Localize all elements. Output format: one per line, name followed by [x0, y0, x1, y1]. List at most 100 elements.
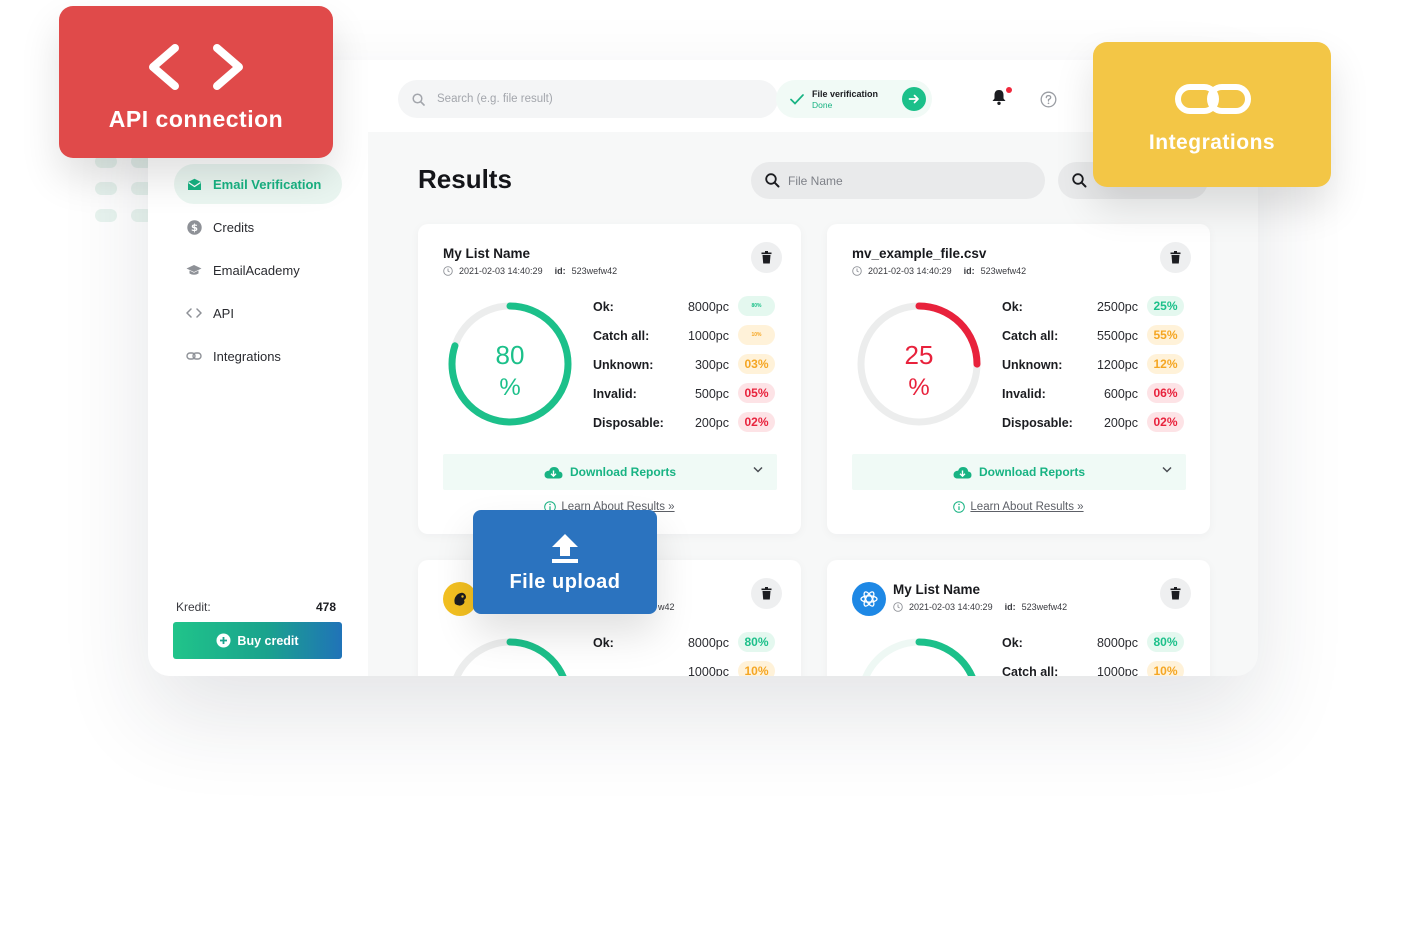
arrow-right-icon[interactable]	[902, 87, 926, 111]
stat-label: Catch all:	[1002, 329, 1059, 343]
trash-icon	[761, 251, 772, 264]
integrations-label: Integrations	[1148, 131, 1276, 154]
buy-credit-button[interactable]: Buy credit	[173, 622, 342, 659]
stat-label: Disposable:	[1002, 416, 1073, 430]
id-label: id:	[963, 266, 975, 276]
plus-circle-icon	[216, 633, 231, 648]
search-icon	[765, 173, 780, 188]
stat-label: Ok:	[1002, 300, 1023, 314]
code-icon	[149, 44, 243, 90]
sidebar-item-api[interactable]: API	[174, 293, 342, 333]
file-name-placeholder: File Name	[788, 173, 843, 188]
success-donut	[853, 634, 985, 676]
link-icon	[1175, 84, 1251, 114]
file-name: My List Name	[893, 582, 981, 597]
stat-percent-badge: 10%	[738, 661, 775, 676]
stat-value: 8000pc	[687, 636, 729, 650]
delete-button[interactable]	[1160, 242, 1191, 273]
stat-label: Invalid:	[1002, 387, 1046, 401]
clock-icon	[893, 602, 903, 612]
app-logo-icon	[852, 582, 886, 616]
id-label: id:	[1004, 602, 1016, 612]
link-icon	[186, 348, 202, 364]
learn-about-results-link[interactable]: Learn About Results »	[827, 501, 1210, 513]
stat-percent-badge: 10%	[1147, 661, 1184, 676]
upload-icon	[552, 534, 578, 563]
page-title: Results	[418, 164, 512, 194]
notification-badge	[1006, 87, 1012, 93]
file-verification-status[interactable]: File verification Done	[776, 80, 932, 118]
stat-percent-badge: 80%	[738, 632, 775, 652]
delete-button[interactable]	[751, 578, 782, 609]
file-id: 523wefw42	[571, 266, 618, 276]
search-placeholder: Search (e.g. file result)	[437, 93, 553, 105]
kredit-label: Kredit:	[176, 600, 211, 614]
success-donut	[444, 634, 576, 676]
buy-credit-label: Buy credit	[237, 633, 299, 648]
sidebar-item-email-verification[interactable]: Email Verification	[174, 164, 342, 204]
sidebar-item-credits[interactable]: $ Credits	[174, 207, 342, 247]
delete-button[interactable]	[1160, 578, 1191, 609]
delete-button[interactable]	[751, 242, 782, 273]
trash-icon	[1170, 587, 1181, 600]
integrations-card: Integrations	[1093, 42, 1331, 187]
info-icon	[953, 501, 966, 513]
stat-value: 600pc	[1103, 387, 1138, 401]
stat-value: 1200pc	[1096, 358, 1138, 372]
sidebar-item-label: API	[213, 305, 234, 321]
code-icon	[186, 305, 202, 321]
download-reports-button[interactable]: Download Reports	[443, 454, 777, 490]
stat-value: 1000pc	[1096, 665, 1138, 676]
download-label: Download Reports	[978, 465, 1085, 479]
percent-sign: %	[499, 374, 521, 401]
result-card: mv_example_file.csv 2021-02-03 14:40:29 …	[827, 224, 1210, 534]
file-meta: w42	[658, 602, 675, 612]
api-connection-card: API connection	[59, 6, 333, 158]
stat-value: 1000pc	[687, 665, 729, 676]
file-name-search[interactable]: File Name	[751, 162, 1045, 199]
verification-status: Done	[812, 99, 833, 110]
file-name: My List Name	[443, 246, 531, 261]
download-reports-button[interactable]: Download Reports	[852, 454, 1186, 490]
sidebar-item-integrations[interactable]: Integrations	[174, 336, 342, 376]
bell-icon[interactable]	[990, 88, 1008, 111]
search-input[interactable]: Search (e.g. file result)	[398, 80, 778, 118]
file-upload-card: File upload	[473, 510, 657, 614]
graduation-cap-icon	[186, 262, 202, 278]
search-icon	[412, 92, 425, 106]
sidebar-item-label: EmailAcademy	[213, 262, 300, 278]
chevron-down-icon[interactable]	[753, 466, 763, 473]
file-date: 2021-02-03 14:40:29	[868, 266, 952, 276]
cloud-download-icon	[544, 466, 563, 478]
stat-value: 5500pc	[1096, 329, 1138, 343]
file-meta: 2021-02-03 14:40:29 id: 523wefw42	[852, 266, 1026, 276]
result-card: My List Name 2021-02-03 14:40:29 id: 523w…	[827, 560, 1210, 676]
sidebar-item-label: Email Verification	[213, 176, 322, 192]
clock-icon	[443, 266, 453, 276]
stat-label: Disposable:	[593, 416, 664, 430]
stat-percent-badge: 02%	[738, 412, 775, 432]
stat-value: 200pc	[1103, 416, 1138, 430]
stat-value: 8000pc	[687, 300, 729, 314]
stat-percent-badge: 80%	[1147, 632, 1184, 652]
stat-label: Ok:	[1002, 636, 1023, 650]
help-icon[interactable]	[1040, 91, 1057, 113]
api-connection-label: API connection	[108, 106, 284, 132]
percent-sign: %	[908, 374, 930, 401]
stat-percent-badge: 12%	[1147, 354, 1184, 374]
stat-value: 8000pc	[1096, 636, 1138, 650]
trash-icon	[761, 587, 772, 600]
sidebar-item-label: Integrations	[213, 348, 281, 364]
search-icon	[1072, 173, 1087, 188]
stat-percent-badge: 55%	[1147, 325, 1184, 345]
success-donut: 80 %	[444, 298, 576, 430]
percent-value: 25	[904, 340, 934, 370]
chevron-down-icon[interactable]	[1162, 466, 1172, 473]
envelope-icon	[186, 176, 202, 192]
stat-label: Unknown:	[1002, 358, 1063, 372]
mailchimp-logo-icon	[443, 582, 477, 616]
trash-icon	[1170, 251, 1181, 264]
check-icon	[790, 93, 804, 105]
sidebar-item-emailacademy[interactable]: EmailAcademy	[174, 250, 342, 290]
stat-label: Catch all:	[593, 329, 650, 343]
